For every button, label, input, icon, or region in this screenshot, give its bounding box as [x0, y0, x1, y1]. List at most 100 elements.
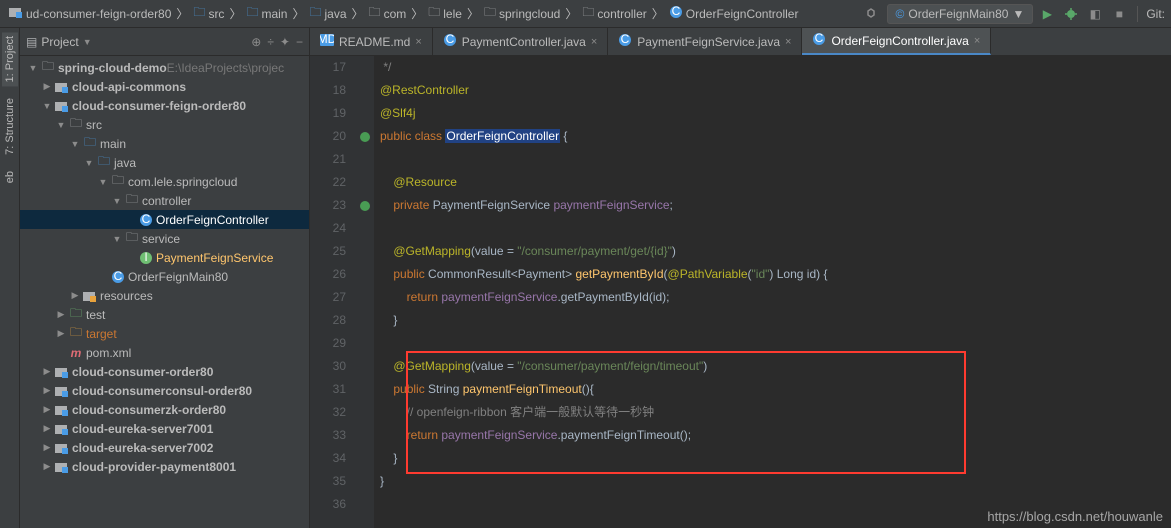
- tree-row[interactable]: 🗀main: [20, 134, 309, 153]
- expand-arrow-icon[interactable]: [40, 366, 54, 377]
- tool-window-tab[interactable]: eb: [2, 167, 18, 187]
- code-line[interactable]: @RestController: [380, 79, 1171, 102]
- expand-arrow-icon[interactable]: [68, 290, 82, 301]
- expand-arrow-icon[interactable]: [40, 461, 54, 472]
- code-line[interactable]: public CommonResult<Payment> getPaymentB…: [380, 263, 1171, 286]
- panel-tool-button[interactable]: ✦: [280, 35, 290, 49]
- tree-row[interactable]: cloud-consumer-feign-order80: [20, 96, 309, 115]
- tree-row[interactable]: 🗀service: [20, 229, 309, 248]
- expand-arrow-icon[interactable]: [40, 385, 54, 396]
- gutter-mark: [356, 148, 374, 171]
- panel-tool-button[interactable]: ⊕: [251, 35, 261, 49]
- tree-row[interactable]: mpom.xml: [20, 343, 309, 362]
- breadcrumb-item[interactable]: 🗀springcloud: [481, 1, 563, 26]
- tree-row[interactable]: cloud-consumerconsul-order80: [20, 381, 309, 400]
- breadcrumb-label: main: [261, 7, 287, 21]
- tab-label: PaymentController.java: [462, 35, 586, 49]
- tree-row[interactable]: cloud-provider-payment8001: [20, 457, 309, 476]
- tree-row[interactable]: COrderFeignMain80: [20, 267, 309, 286]
- debug-button[interactable]: [1061, 4, 1081, 24]
- expand-arrow-icon[interactable]: [40, 81, 54, 92]
- expand-arrow-icon[interactable]: [110, 196, 124, 206]
- coverage-button[interactable]: ◧: [1085, 4, 1105, 24]
- run-config-select[interactable]: © OrderFeignMain80 ▼: [887, 4, 1034, 24]
- breadcrumb-item[interactable]: 🗀lele: [425, 1, 465, 26]
- code-line[interactable]: @Slf4j: [380, 102, 1171, 125]
- tree-row[interactable]: 🗀target: [20, 324, 309, 343]
- code-line[interactable]: */: [380, 56, 1171, 79]
- chevron-down-icon[interactable]: ▼: [83, 37, 92, 47]
- code-line[interactable]: }: [380, 309, 1171, 332]
- editor-tab[interactable]: CPaymentController.java×: [433, 28, 609, 55]
- breadcrumb-item[interactable]: 🗀controller: [579, 1, 649, 26]
- run-gutter-icon[interactable]: [360, 201, 370, 211]
- tree-row[interactable]: 🗀src: [20, 115, 309, 134]
- tree-row[interactable]: IPaymentFeignService: [20, 248, 309, 267]
- breadcrumb-item[interactable]: 🗀com: [366, 1, 410, 26]
- tree-row[interactable]: cloud-eureka-server7001: [20, 419, 309, 438]
- build-icon[interactable]: [863, 4, 883, 24]
- folder-icon: 🗀: [68, 114, 84, 135]
- code-line[interactable]: public class OrderFeignController {: [380, 125, 1171, 148]
- module-icon: [54, 461, 70, 473]
- expand-arrow-icon[interactable]: [40, 423, 54, 434]
- breadcrumb-item[interactable]: 🗀main: [243, 1, 290, 26]
- chevron-right-icon: 〉: [652, 5, 664, 22]
- tree-row[interactable]: 🗀controller: [20, 191, 309, 210]
- tree-row[interactable]: COrderFeignController: [20, 210, 309, 229]
- breadcrumb-item[interactable]: COrderFeignController: [666, 3, 802, 24]
- breadcrumb-label: com: [384, 7, 407, 21]
- breadcrumb-item[interactable]: 🗀src: [190, 1, 227, 26]
- expand-arrow-icon[interactable]: [96, 177, 110, 187]
- breadcrumb-label: OrderFeignController: [686, 7, 799, 21]
- code-content[interactable]: */@RestController@Slf4jpublic class Orde…: [374, 56, 1171, 528]
- tree-row[interactable]: cloud-consumer-order80: [20, 362, 309, 381]
- close-icon[interactable]: ×: [591, 36, 597, 48]
- expand-arrow-icon[interactable]: [110, 234, 124, 244]
- tree-row[interactable]: 🗀test: [20, 305, 309, 324]
- expand-arrow-icon[interactable]: [54, 120, 68, 130]
- run-gutter-icon[interactable]: [360, 132, 370, 142]
- code-line[interactable]: [380, 217, 1171, 240]
- code-line[interactable]: private PaymentFeignService paymentFeign…: [380, 194, 1171, 217]
- expand-arrow-icon[interactable]: [54, 309, 68, 320]
- close-icon[interactable]: ×: [785, 36, 791, 48]
- tool-window-tab[interactable]: 1: Project: [2, 32, 18, 86]
- expand-arrow-icon[interactable]: [82, 158, 96, 168]
- panel-tool-button[interactable]: ÷: [267, 35, 274, 49]
- code-line[interactable]: @Resource: [380, 171, 1171, 194]
- close-icon[interactable]: ×: [415, 36, 421, 48]
- expand-arrow-icon[interactable]: [54, 328, 68, 339]
- code-line[interactable]: return paymentFeignService.getPaymentByI…: [380, 286, 1171, 309]
- code-line[interactable]: [380, 148, 1171, 171]
- tree-row[interactable]: cloud-api-commons: [20, 77, 309, 96]
- breadcrumb-item[interactable]: 🗀java: [307, 1, 350, 26]
- tree-row[interactable]: resources: [20, 286, 309, 305]
- breadcrumb-item[interactable]: ud-consumer-feign-order80: [6, 4, 174, 23]
- expand-arrow-icon[interactable]: [40, 101, 54, 111]
- editor-tabs: MDREADME.md×CPaymentController.java×CPay…: [310, 28, 1171, 56]
- tree-row[interactable]: 🗀spring-cloud-demo E:\IdeaProjects\proje…: [20, 58, 309, 77]
- code-line[interactable]: @GetMapping(value = "/consumer/payment/g…: [380, 240, 1171, 263]
- tree-label: cloud-eureka-server7002: [72, 441, 213, 455]
- panel-tool-button[interactable]: −: [296, 35, 303, 49]
- expand-arrow-icon[interactable]: [68, 139, 82, 149]
- editor-tab[interactable]: CPaymentFeignService.java×: [608, 28, 802, 55]
- svg-text:C: C: [114, 270, 123, 283]
- tool-window-tab[interactable]: 7: Structure: [2, 94, 18, 159]
- tree-row[interactable]: cloud-eureka-server7002: [20, 438, 309, 457]
- editor[interactable]: 1718192021222324252627282930313233343536…: [310, 56, 1171, 528]
- run-button[interactable]: ▶: [1037, 4, 1057, 24]
- tree-row[interactable]: cloud-consumerzk-order80: [20, 400, 309, 419]
- expand-arrow-icon[interactable]: [40, 404, 54, 415]
- project-tree[interactable]: 🗀spring-cloud-demo E:\IdeaProjects\proje…: [20, 56, 309, 528]
- tree-row[interactable]: 🗀java: [20, 153, 309, 172]
- breadcrumb-label: controller: [597, 7, 646, 21]
- close-icon[interactable]: ×: [974, 35, 980, 47]
- expand-arrow-icon[interactable]: [40, 442, 54, 453]
- stop-button[interactable]: ■: [1109, 4, 1129, 24]
- editor-tab[interactable]: MDREADME.md×: [310, 28, 433, 55]
- expand-arrow-icon[interactable]: [26, 63, 40, 73]
- editor-tab[interactable]: COrderFeignController.java×: [802, 28, 991, 55]
- tree-row[interactable]: 🗀com.lele.springcloud: [20, 172, 309, 191]
